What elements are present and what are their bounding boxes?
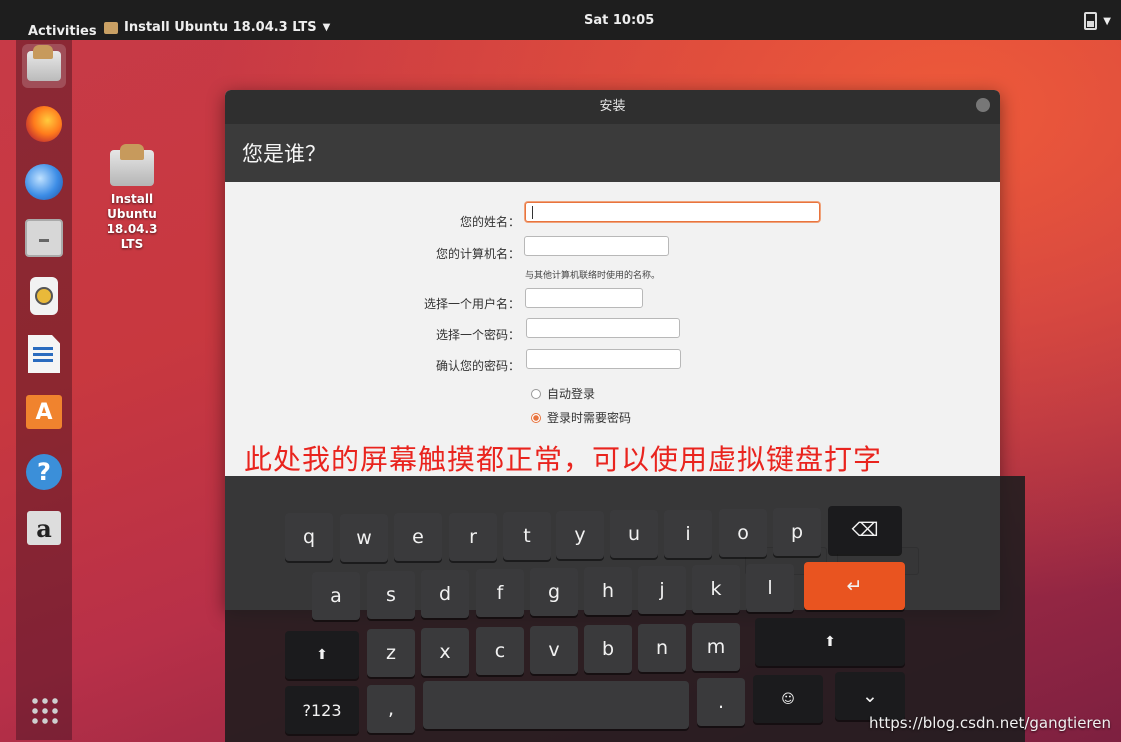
app-menu-label: Install Ubuntu 18.04.3 LTS	[124, 20, 317, 35]
key-s[interactable]: s	[367, 571, 415, 619]
password-field[interactable]	[526, 318, 680, 338]
desktop-icon-label: 18.04.3 LTS	[106, 222, 158, 251]
key-x[interactable]: x	[421, 628, 469, 676]
desktop-icon-label: Ubuntu	[107, 207, 157, 221]
key-e[interactable]: e	[394, 513, 442, 561]
dock: A ? a	[16, 40, 72, 740]
system-tray[interactable]: ▼	[1084, 12, 1111, 30]
radio-icon	[531, 388, 541, 399]
key-m[interactable]: m	[692, 623, 740, 671]
radio-selected-icon	[531, 412, 541, 423]
shift-key[interactable]: ⬆	[285, 631, 359, 679]
firefox-icon	[26, 106, 62, 142]
dock-item-rhythmbox[interactable]	[22, 274, 66, 318]
dock-item-amazon[interactable]: a	[22, 506, 66, 550]
dock-item-writer[interactable]	[22, 332, 66, 376]
period-key[interactable]: .	[697, 678, 745, 726]
activities-button[interactable]: Activities	[28, 24, 97, 39]
name-label: 您的姓名：	[459, 215, 520, 229]
amazon-icon: a	[27, 511, 61, 545]
grid-icon	[30, 696, 58, 724]
dock-item-installer[interactable]	[22, 44, 66, 88]
name-field[interactable]	[525, 202, 820, 222]
auto-login-label: 自动登录	[547, 387, 596, 401]
help-icon: ?	[26, 454, 62, 490]
key-f[interactable]: f	[476, 569, 524, 617]
dock-item-firefox[interactable]	[22, 102, 66, 146]
require-password-label: 登录时需要密码	[547, 411, 632, 425]
key-w[interactable]: w	[340, 514, 388, 562]
computer-name-field[interactable]	[524, 236, 669, 256]
username-label: 选择一个用户名：	[423, 297, 520, 311]
battery-icon	[1084, 12, 1098, 30]
key-v[interactable]: v	[530, 626, 578, 674]
require-password-option[interactable]: 登录时需要密码	[531, 409, 631, 426]
dock-item-software[interactable]: A	[22, 390, 66, 434]
annotation-text: 此处我的屏幕触摸都正常，可以使用虚拟键盘打字	[244, 443, 883, 476]
computer-name-hint: 与其他计算机联络时使用的名称。	[525, 271, 661, 281]
dock-item-thunderbird[interactable]	[22, 160, 66, 204]
key-c[interactable]: c	[476, 627, 524, 675]
installer-icon	[27, 45, 61, 81]
desktop: Activities Install Ubuntu 18.04.3 LTS ▼ …	[0, 0, 1121, 742]
emoji-key[interactable]: ☺	[753, 675, 823, 723]
key-j[interactable]: j	[638, 566, 686, 614]
on-screen-keyboard: q w e r t y u i o p ⌫ a s d f g h j k l …	[225, 476, 1025, 742]
key-b[interactable]: b	[584, 625, 632, 673]
desktop-icon-install-ubuntu[interactable]: Install Ubuntu 18.04.3 LTS	[96, 144, 168, 252]
hide-keyboard-key[interactable]: ⌄	[835, 672, 905, 720]
key-p[interactable]: p	[773, 508, 821, 556]
page-title: 您是谁？	[242, 142, 326, 166]
password-label: 选择一个密码：	[435, 328, 520, 342]
installer-icon	[110, 144, 154, 186]
thunderbird-icon	[25, 164, 63, 200]
key-n[interactable]: n	[638, 624, 686, 672]
installer-icon	[104, 21, 118, 34]
confirm-password-field[interactable]	[526, 349, 681, 369]
key-h[interactable]: h	[584, 567, 632, 615]
top-bar: Activities Install Ubuntu 18.04.3 LTS ▼ …	[0, 0, 1121, 40]
shift-key-right[interactable]: ⬆	[755, 618, 905, 666]
key-q[interactable]: q	[285, 513, 333, 561]
window-titlebar[interactable]: 安装	[225, 90, 1000, 124]
key-l[interactable]: l	[746, 564, 794, 612]
dock-item-files[interactable]	[22, 216, 66, 260]
space-key[interactable]	[423, 681, 689, 729]
clock[interactable]: Sat 10:05	[584, 13, 654, 28]
close-icon[interactable]	[976, 98, 990, 112]
key-t[interactable]: t	[503, 512, 551, 560]
comma-key[interactable]: ,	[367, 685, 415, 733]
key-r[interactable]: r	[449, 513, 497, 561]
auto-login-option[interactable]: 自动登录	[531, 385, 595, 402]
key-k[interactable]: k	[692, 565, 740, 613]
text-cursor	[532, 206, 533, 219]
rhythmbox-icon	[30, 277, 58, 315]
watermark: https://blog.csdn.net/gangtieren	[868, 714, 1111, 732]
key-z[interactable]: z	[367, 629, 415, 677]
key-d[interactable]: d	[421, 570, 469, 618]
software-center-icon: A	[26, 395, 62, 429]
key-a[interactable]: a	[312, 572, 360, 620]
computer-name-label: 您的计算机名：	[435, 247, 520, 261]
confirm-password-label: 确认您的密码：	[435, 359, 520, 373]
dock-item-help[interactable]: ?	[22, 450, 66, 494]
app-menu[interactable]: Install Ubuntu 18.04.3 LTS ▼	[104, 20, 330, 35]
files-icon	[25, 219, 63, 257]
key-y[interactable]: y	[556, 511, 604, 559]
chevron-down-icon: ▼	[1103, 15, 1111, 27]
key-g[interactable]: g	[530, 568, 578, 616]
backspace-key[interactable]: ⌫	[828, 506, 902, 554]
desktop-icon-label: Install	[110, 192, 154, 206]
enter-key[interactable]: ↵	[804, 562, 905, 610]
show-applications-button[interactable]	[22, 688, 66, 732]
writer-icon	[28, 335, 60, 373]
username-field[interactable]	[525, 288, 643, 308]
chevron-down-icon: ▼	[322, 22, 331, 33]
window-title: 安装	[599, 99, 626, 114]
page-header: 您是谁？	[225, 124, 1000, 182]
key-i[interactable]: i	[664, 510, 712, 558]
key-u[interactable]: u	[610, 510, 658, 558]
numbers-key[interactable]: ?123	[285, 686, 359, 734]
key-o[interactable]: o	[719, 509, 767, 557]
